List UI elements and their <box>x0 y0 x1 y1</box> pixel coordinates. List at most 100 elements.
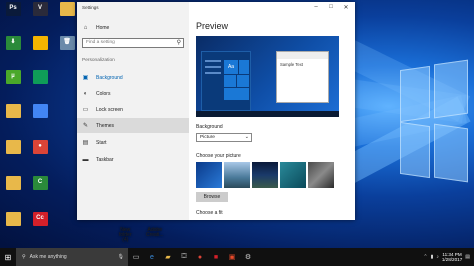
picture-thumbnail[interactable] <box>308 162 334 188</box>
background-label: Background <box>196 124 223 130</box>
taskbar: ⊞ ⚲ Ask me anything 🎙 ▭ e ▰ ⛋ ● ■ ▣ ⚙ ⌃ … <box>0 248 474 266</box>
nav-home[interactable]: ⌂ Home <box>77 20 189 35</box>
system-tray: ⌃ ▮ ♪ 11:34 PM 1/28/2017 ▤ <box>423 248 470 266</box>
folder-icon <box>5 176 21 190</box>
desktop-icon[interactable]: New folder <box>0 104 132 130</box>
edge-icon[interactable]: e <box>144 248 160 266</box>
settings-sidebar: Settings Find a setting ⚲ Personalizatio… <box>77 2 189 220</box>
minimize-button[interactable]: – <box>309 4 323 10</box>
preview-start-menu: Aa <box>201 51 251 111</box>
picture-thumbnail[interactable] <box>252 162 278 188</box>
creative-cloud-icon: Cc <box>32 212 48 226</box>
desktop-icon[interactable]: VVegas Pro 14.0 (64-bit) <box>27 2 160 43</box>
settings-gear-icon[interactable]: ⚙ <box>240 248 256 266</box>
camtasia-icon[interactable]: ▣ <box>224 248 240 266</box>
desktop-icon[interactable]: Google Slides <box>27 36 162 62</box>
desktop-icon[interactable]: ●Google Chrome <box>27 140 164 166</box>
notifications-icon[interactable]: ▤ <box>465 254 470 260</box>
nav-lock-screen-label: Lock screen <box>96 106 123 113</box>
close-button[interactable]: ✕ <box>339 4 353 11</box>
docs-icon <box>32 104 48 118</box>
desktop-icon[interactable]: New folder (3) <box>0 176 132 207</box>
folder-icon <box>5 104 21 118</box>
lock-screen-icon: ▭ <box>82 107 89 113</box>
background-dropdown-value: Picture <box>200 135 215 140</box>
search-icon: ⚲ <box>22 254 26 260</box>
browse-button[interactable]: Browse <box>196 192 228 202</box>
nav-home-label: Home <box>96 24 110 31</box>
store-icon[interactable]: ⛋ <box>176 248 192 266</box>
desktop-icon[interactable]: Cc Adobe Creati... <box>27 212 164 238</box>
nav-themes[interactable]: ✎ Themes <box>77 118 189 133</box>
nav-lock-screen[interactable]: ▭ Lock screen <box>77 102 189 117</box>
desktop-icon[interactable]: PsAdobe Photoshop cc 2017 <box>0 2 143 33</box>
microphone-icon[interactable]: 🎙 <box>118 254 124 260</box>
nav-themes-label: Themes <box>96 122 115 129</box>
window-title: Settings <box>82 5 99 10</box>
folder-icon <box>5 140 21 154</box>
desktop-icon[interactable]: Google Sheets <box>27 70 162 96</box>
nav-start[interactable]: ▤ Start <box>77 135 189 150</box>
theme-preview: Aa Sample Text <box>196 36 339 117</box>
sheets-icon <box>32 70 48 84</box>
background-icon: ▣ <box>82 75 89 81</box>
desktop-icon[interactable]: Google Docs <box>27 104 162 130</box>
maximize-button[interactable]: □ <box>324 4 338 10</box>
preview-sample-text: Sample Text <box>280 62 303 67</box>
start-button[interactable]: ⊞ <box>0 248 16 266</box>
choose-fit-label: Choose a fit <box>196 210 223 216</box>
chrome-icon[interactable]: ● <box>192 248 208 266</box>
taskbar-icon: ▬ <box>82 156 89 163</box>
desktop-icon[interactable]: µuTorrent <box>0 70 137 91</box>
folder-icon <box>5 212 21 226</box>
chevron-down-icon: ⌄ <box>244 134 249 140</box>
recycle-bin-icon: 🗑 <box>59 36 75 50</box>
clock[interactable]: 11:34 PM 1/28/2017 <box>442 252 462 263</box>
picture-thumbnail[interactable] <box>196 162 222 188</box>
desktop-icon[interactable]: CCamtasia 9 <box>27 176 167 202</box>
desktop-icon-label: New folder (4) <box>119 227 132 244</box>
clock-date: 1/28/2017 <box>441 257 463 262</box>
file-explorer-icon[interactable]: ▰ <box>160 248 176 266</box>
picture-thumbnail[interactable] <box>224 162 250 188</box>
desktop-icon[interactable]: New folder (2) <box>0 140 132 171</box>
network-icon[interactable]: ▮ <box>431 254 434 260</box>
preview-taskbar <box>196 111 339 117</box>
cortana-search-box[interactable]: ⚲ Ask me anything 🎙 <box>16 248 128 266</box>
preview-heading: Preview <box>196 21 229 31</box>
picture-thumbnail[interactable] <box>280 162 306 188</box>
photoshop-icon: Ps <box>5 2 21 16</box>
section-label: Personalization <box>82 58 115 63</box>
utorrent-icon: µ <box>5 70 21 84</box>
colors-icon: ◐ <box>83 90 88 97</box>
search-icon[interactable]: ⚲ <box>177 39 181 46</box>
nav-start-label: Start <box>96 139 107 146</box>
preview-window: Sample Text <box>276 51 329 103</box>
nav-taskbar[interactable]: ▬ Taskbar <box>77 152 189 167</box>
choose-picture-label: Choose your picture <box>196 153 241 159</box>
settings-search-input[interactable]: Find a setting ⚲ <box>82 38 184 48</box>
home-icon: ⌂ <box>83 24 88 31</box>
background-dropdown[interactable]: Picture ⌄ <box>196 133 252 142</box>
task-view-icon[interactable]: ▭ <box>128 248 144 266</box>
creative-cloud-icon[interactable]: ■ <box>208 248 224 266</box>
nav-background[interactable]: ▣ Background <box>77 70 189 85</box>
cortana-search-placeholder: Ask me anything <box>29 254 67 260</box>
slides-icon <box>32 36 48 50</box>
nav-background-label: Background <box>96 74 123 81</box>
desktop-icon[interactable]: New folder (4) <box>0 212 132 243</box>
picture-thumbnails <box>196 162 334 188</box>
themes-icon: ✎ <box>82 123 89 129</box>
vegas-icon: V <box>32 2 48 16</box>
chrome-icon: ● <box>32 140 48 154</box>
chevron-up-icon[interactable]: ⌃ <box>423 254 427 260</box>
volume-icon[interactable]: ♪ <box>436 254 439 260</box>
desktop-icon-label: Adobe Creati... <box>146 227 164 239</box>
desktop-icon[interactable]: ⬇Internet Downlo... <box>0 36 140 62</box>
idm-icon: ⬇ <box>5 36 21 50</box>
search-placeholder: Find a setting <box>86 40 115 45</box>
start-icon: ▤ <box>82 140 89 146</box>
nav-colors[interactable]: ◐ Colors <box>77 86 189 101</box>
settings-window: Settings Find a setting ⚲ Personalizatio… <box>77 2 355 220</box>
nav-taskbar-label: Taskbar <box>96 156 114 163</box>
